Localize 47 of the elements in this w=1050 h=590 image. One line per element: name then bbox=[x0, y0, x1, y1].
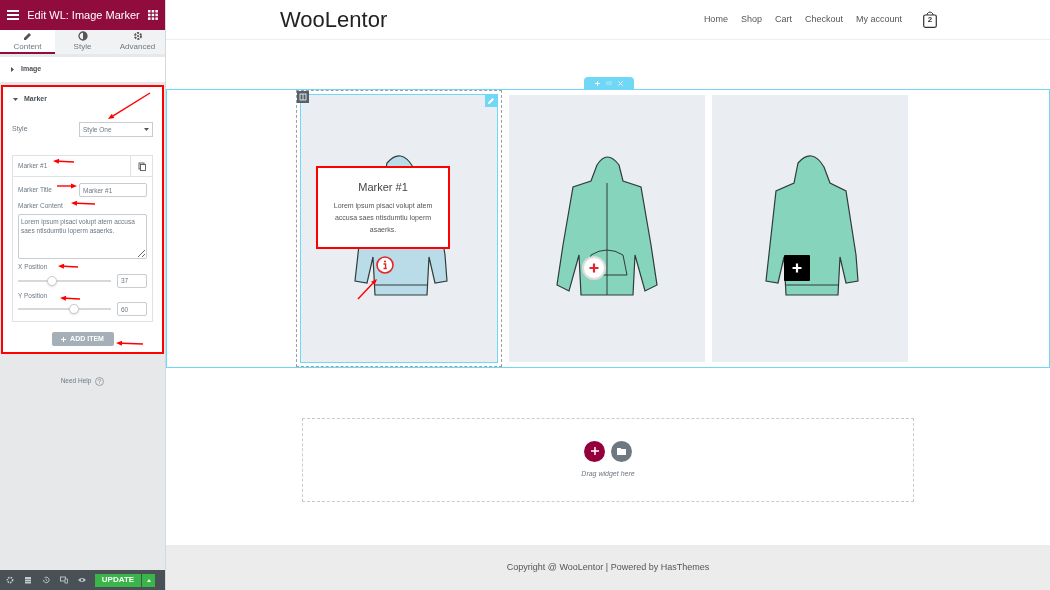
plus-icon bbox=[61, 336, 67, 342]
slider-thumb[interactable] bbox=[68, 304, 79, 315]
cart-button[interactable]: 2 bbox=[923, 11, 937, 28]
panel-tab[interactable]: Advanced bbox=[110, 30, 165, 54]
nav-link[interactable]: Home bbox=[703, 12, 728, 27]
nav-link[interactable]: Checkout bbox=[804, 12, 843, 27]
caret-icon bbox=[146, 578, 151, 582]
column-handle-icon[interactable] bbox=[297, 91, 309, 103]
annotation-arrow bbox=[71, 200, 96, 206]
annotation-arrow bbox=[116, 340, 144, 346]
slider-track[interactable] bbox=[18, 304, 111, 315]
nav-link[interactable]: Shop bbox=[740, 12, 762, 27]
caret-icon bbox=[13, 97, 18, 102]
history-icon[interactable] bbox=[42, 576, 50, 584]
contrast-icon bbox=[77, 31, 88, 41]
info-marker-icon[interactable] bbox=[376, 256, 394, 274]
eye-icon[interactable] bbox=[78, 576, 86, 584]
annotation-arrow bbox=[56, 183, 77, 189]
annotation-arrow bbox=[357, 279, 377, 300]
popup-title: Marker #1 bbox=[358, 179, 408, 195]
annotation-arrow bbox=[60, 295, 81, 301]
annotation-arrow bbox=[108, 92, 151, 119]
layers-icon[interactable] bbox=[24, 576, 32, 584]
site-logo[interactable]: WooLentor bbox=[280, 3, 388, 36]
gear-icon[interactable] bbox=[6, 576, 14, 584]
menu-icon[interactable] bbox=[7, 10, 19, 20]
annotation-arrow bbox=[58, 263, 79, 269]
caret-icon bbox=[10, 67, 15, 72]
add-section-button[interactable] bbox=[584, 440, 605, 462]
gear-icon bbox=[132, 31, 143, 41]
caret-icon bbox=[144, 128, 149, 131]
panel-title: Edit WL: Image Marker bbox=[27, 7, 140, 23]
update-options-button[interactable] bbox=[142, 573, 155, 587]
plus-icon bbox=[590, 447, 599, 456]
folder-icon bbox=[617, 447, 626, 455]
panel-tab[interactable]: Style bbox=[55, 30, 110, 54]
slider-track[interactable] bbox=[18, 275, 111, 286]
responsive-icon[interactable] bbox=[60, 576, 68, 584]
update-button[interactable]: UPDATE bbox=[95, 573, 141, 587]
annotation-arrow bbox=[53, 158, 75, 164]
nav-link[interactable]: My account bbox=[855, 12, 902, 27]
copyright-text: Copyright @ WooLentor | Powered by HasThemes bbox=[506, 560, 710, 574]
slider-thumb[interactable] bbox=[47, 275, 58, 286]
grid-icon[interactable] bbox=[148, 10, 158, 20]
nav-link[interactable]: Cart bbox=[774, 12, 792, 27]
plus-marker-icon[interactable] bbox=[784, 255, 810, 281]
add-template-button[interactable] bbox=[611, 440, 632, 462]
